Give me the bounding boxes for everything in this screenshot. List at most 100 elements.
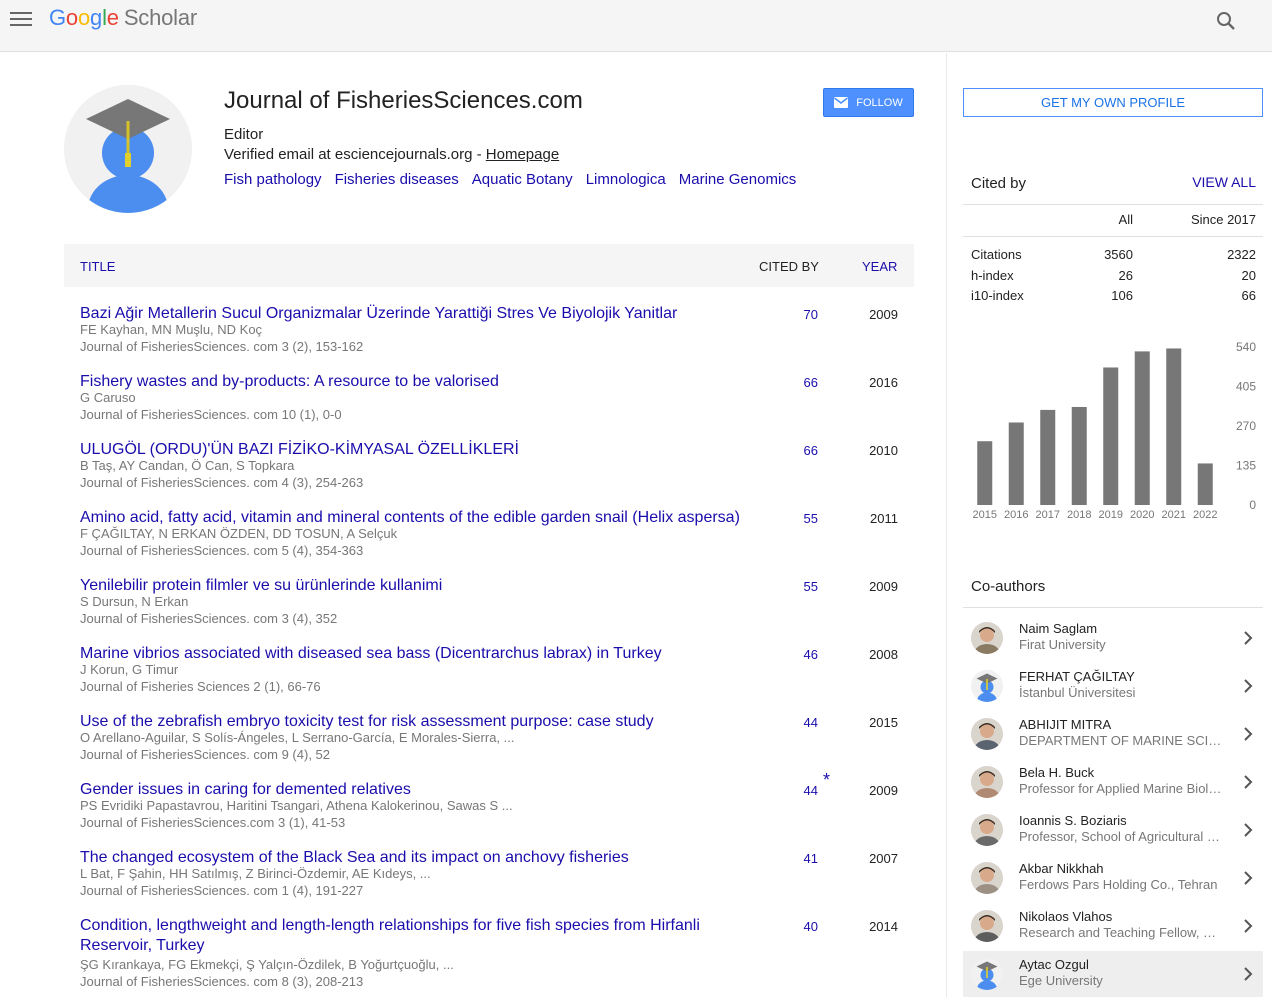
article-title-link[interactable]: The changed ecosystem of the Black Sea a…: [80, 848, 740, 868]
coauthor-affiliation: Professor for Applied Marine Biology: [1019, 781, 1223, 796]
chart-bar-2018[interactable]: [1071, 406, 1087, 505]
coauthor-item[interactable]: Naim Saglam Firat University: [963, 615, 1263, 661]
avatar-placeholder-icon: [971, 958, 1003, 990]
table-row: Amino acid, fatty acid, vitamin and mine…: [64, 508, 914, 574]
cited-by-count-link[interactable]: 40: [778, 919, 818, 934]
coauthor-name: Bela H. Buck: [1019, 765, 1095, 780]
article-source: Journal of FisheriesSciences. com 3 (2),…: [80, 339, 364, 354]
article-title-link[interactable]: Bazi Ağir Metallerin Sucul Organizmalar …: [80, 304, 740, 324]
table-row: Yenilebilir protein filmler ve su ürünle…: [64, 576, 914, 642]
interest-link[interactable]: Marine Genomics: [679, 171, 797, 188]
article-source: Journal of FisheriesSciences. com 4 (3),…: [80, 475, 364, 490]
research-interests: Fish pathology Fisheries diseases Aquatic …: [224, 171, 809, 188]
avatar: [971, 814, 1003, 846]
merged-citations-star-icon[interactable]: *: [823, 770, 830, 791]
coauthor-name: Ioannis S. Boziaris: [1019, 813, 1127, 828]
stat-label: Citations: [971, 247, 1022, 262]
x-tick-label: 2020: [1130, 509, 1154, 521]
divider: [963, 204, 1263, 205]
stat-all: 106: [1111, 288, 1133, 303]
article-authors: O Arellano-Aguilar, S Solís-Ángeles, L S…: [80, 730, 515, 745]
stats-row: i10-index 106 66: [963, 288, 1263, 306]
interest-link[interactable]: Limnologica: [586, 171, 666, 188]
x-tick-label: 2022: [1193, 509, 1217, 521]
y-tick-label: 405: [1236, 380, 1256, 394]
coauthors-heading: Co-authors: [971, 578, 1046, 595]
chart-bar-2017[interactable]: [1040, 409, 1056, 505]
article-source: Journal of FisheriesSciences. com 10 (1)…: [80, 407, 342, 422]
sort-by-title[interactable]: TITLE: [80, 259, 115, 274]
cited-by-count-link[interactable]: 66: [778, 375, 818, 390]
table-row: Bazi Ağir Metallerin Sucul Organizmalar …: [64, 304, 914, 370]
coauthor-item[interactable]: Bela H. Buck Professor for Applied Marine…: [963, 759, 1263, 805]
chart-bar-2022[interactable]: [1197, 463, 1213, 505]
homepage-link[interactable]: Homepage: [486, 146, 559, 163]
sort-by-year[interactable]: YEAR: [862, 259, 897, 274]
chevron-right-icon: [1244, 631, 1253, 645]
article-title-link[interactable]: Use of the zebrafish embryo toxicity tes…: [80, 712, 740, 732]
cited-by-column: CITED BY: [759, 259, 819, 274]
cited-by-count-link[interactable]: 66: [778, 443, 818, 458]
article-title-link[interactable]: Gender issues in caring for demented rel…: [80, 780, 740, 800]
coauthor-affiliation: DEPARTMENT OF MARINE SCIENCE, UNIVERSITY…: [1019, 733, 1223, 748]
y-tick-label: 0: [1249, 498, 1256, 512]
article-title-link[interactable]: ULUGÖL (ORDU)'ÜN BAZI FİZİKO-KİMYASAL ÖZ…: [80, 440, 740, 460]
coauthor-affiliation: Ferdows Pars Holding Co., Tehran: [1019, 877, 1218, 892]
chart-bar-2021[interactable]: [1166, 348, 1182, 505]
stat-since: 20: [1241, 267, 1256, 283]
cited-by-count-link[interactable]: 44: [778, 715, 818, 730]
cited-by-count-link[interactable]: 70: [778, 307, 818, 322]
coauthor-item[interactable]: Nikolaos Vlahos Research and Teaching Fel…: [963, 903, 1263, 949]
article-source: Journal of FisheriesSciences. com 8 (3),…: [80, 974, 364, 989]
scholar-avatar-icon: [64, 85, 192, 213]
cited-by-count-link[interactable]: 55: [778, 579, 818, 594]
coauthor-item[interactable]: Aytac Ozgul Ege University: [963, 951, 1263, 997]
column-divider: [946, 53, 947, 997]
coauthor-item[interactable]: Akbar Nikkhah Ferdows Pars Holding Co., T…: [963, 855, 1263, 901]
article-title-link[interactable]: Condition, lengthweight and length-lengt…: [80, 916, 740, 956]
table-row: Condition, lengthweight and length-lengt…: [64, 916, 914, 996]
coauthor-name: ABHIJIT MITRA: [1019, 717, 1112, 732]
coauthor-affiliation: Research and Teaching Fellow, University: [1019, 925, 1223, 940]
google-scholar-logo[interactable]: Google Scholar: [49, 5, 197, 31]
article-source: Journal of FisheriesSciences. com 9 (4),…: [80, 747, 330, 762]
article-authors: S Dursun, N Erkan: [80, 594, 189, 609]
chart-bar-2019[interactable]: [1103, 367, 1119, 505]
coauthor-item[interactable]: ABHIJIT MITRADEPARTMENT OF MARINE SCIENC…: [963, 711, 1263, 757]
article-year: 2007: [869, 851, 898, 866]
chart-bar-2015[interactable]: [977, 441, 993, 505]
chart-bar-2020[interactable]: [1134, 351, 1150, 505]
menu-icon[interactable]: [10, 12, 32, 28]
coauthor-item[interactable]: FERHAT ÇAĞILTAY İstanbul Üniversitesi: [963, 663, 1263, 709]
cited-by-count-link[interactable]: 55: [778, 511, 818, 526]
cited-by-count-link[interactable]: 46: [778, 647, 818, 662]
cited-by-count-link[interactable]: 41: [778, 851, 818, 866]
stats-header: All Since 2017: [1118, 212, 1256, 227]
get-my-own-profile-button[interactable]: GET MY OWN PROFILE: [963, 88, 1263, 117]
x-tick-label: 2015: [973, 509, 997, 521]
profile-avatar: [64, 85, 192, 213]
cited-by-count-link[interactable]: 44: [778, 783, 818, 798]
avatar-placeholder-icon: [971, 670, 1003, 702]
search-icon[interactable]: [1214, 9, 1238, 33]
coauthor-affiliation: Firat University: [1019, 637, 1106, 652]
interest-link[interactable]: Aquatic Botany: [472, 171, 573, 188]
stat-all: 3560: [1104, 247, 1133, 262]
article-title-link[interactable]: Amino acid, fatty acid, vitamin and mine…: [80, 508, 740, 528]
citations-bar-chart: 540 405 270 135 0 2015 2016 2017 2018 2019 2020 202…: [973, 340, 1257, 521]
follow-button[interactable]: FOLLOW: [823, 88, 914, 117]
article-title-link[interactable]: Fishery wastes and by-products: A resour…: [80, 372, 740, 392]
view-all-link[interactable]: VIEW ALL: [1180, 174, 1256, 190]
interest-link[interactable]: Fisheries diseases: [335, 171, 459, 188]
table-row: Fishery wastes and by-products: A resour…: [64, 372, 914, 438]
cited-by-heading: Cited by: [971, 175, 1027, 192]
x-tick-label: 2016: [1004, 509, 1028, 521]
coauthor-item[interactable]: Ioannis S. Boziaris Professor, School of …: [963, 807, 1263, 853]
coauthor-affiliation: Professor, School of Agricultural Scienc…: [1019, 829, 1223, 844]
article-title-link[interactable]: Yenilebilir protein filmler ve su ürünle…: [80, 576, 740, 596]
article-year: 2008: [869, 647, 898, 662]
article-title-link[interactable]: Marine vibrios associated with diseased …: [80, 644, 740, 664]
chart-bar-2016[interactable]: [1008, 422, 1024, 505]
coauthor-name: Aytac Ozgul: [1019, 957, 1089, 972]
interest-link[interactable]: Fish pathology: [224, 171, 322, 188]
